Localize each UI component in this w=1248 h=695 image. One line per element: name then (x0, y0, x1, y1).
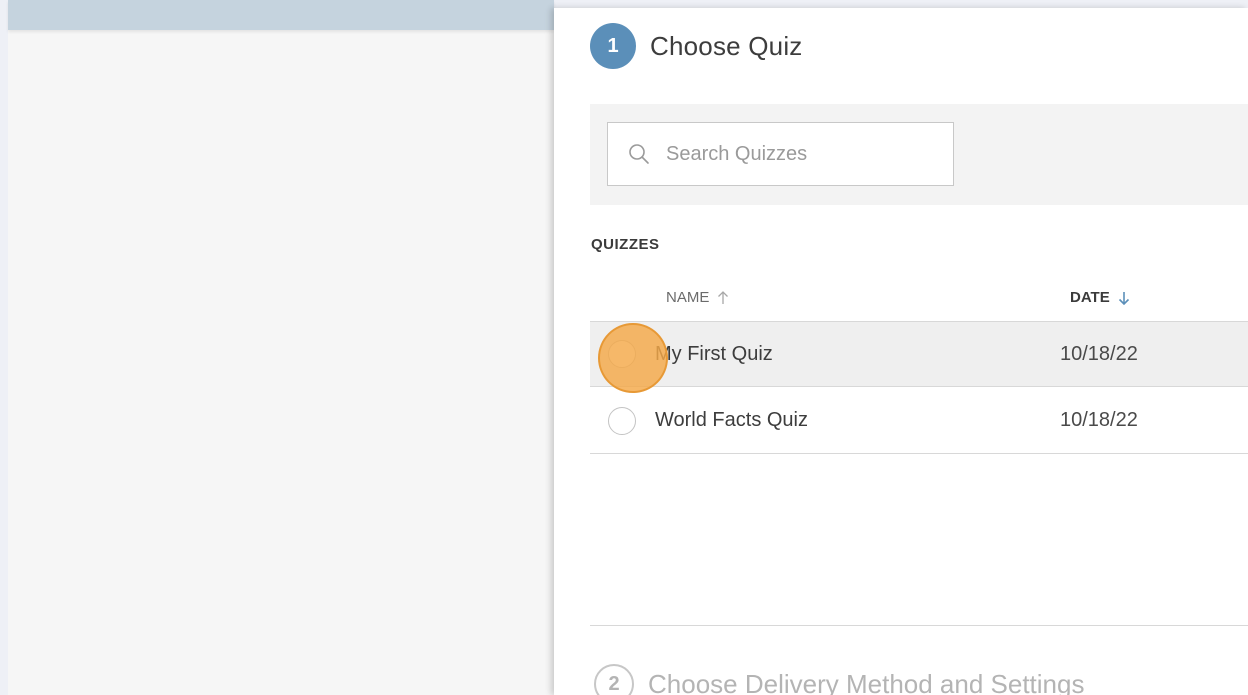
section-divider (590, 625, 1248, 626)
column-header-date[interactable]: DATE (1070, 289, 1130, 306)
step1-number-badge: 1 (590, 23, 636, 69)
column-header-date-label: DATE (1070, 289, 1110, 306)
quiz-name: World Facts Quiz (655, 409, 808, 431)
search-area (590, 104, 1248, 205)
arrow-up-icon (717, 290, 729, 305)
quiz-row[interactable]: World Facts Quiz 10/18/22 (590, 388, 1248, 454)
search-box[interactable] (607, 122, 954, 186)
step1-title: Choose Quiz (650, 30, 803, 61)
quiz-row[interactable]: My First Quiz 10/18/22 (590, 321, 1248, 387)
arrow-down-icon (1118, 291, 1130, 305)
search-icon (626, 141, 652, 167)
step2-header: 2 Choose Delivery Method and Settings (594, 664, 1084, 695)
quizzes-section-label: QUIZZES (591, 236, 660, 253)
quiz-date: 10/18/22 (1060, 409, 1138, 431)
launch-quiz-panel: 1 Choose Quiz QUIZZES NAME DATE (554, 8, 1248, 695)
background-app-nav-bar (8, 0, 554, 30)
quiz-name: My First Quiz (655, 342, 773, 365)
quiz-radio-button[interactable] (608, 340, 636, 368)
search-input[interactable] (664, 141, 934, 167)
quiz-date: 10/18/22 (1060, 342, 1138, 365)
column-header-name-label: NAME (666, 289, 710, 306)
step2-title: Choose Delivery Method and Settings (648, 668, 1085, 695)
background-app-area (8, 8, 554, 695)
step1-header: 1 Choose Quiz (590, 23, 803, 69)
column-header-name[interactable]: NAME (666, 289, 729, 306)
quiz-radio-button[interactable] (608, 406, 636, 435)
step2-number-badge: 2 (594, 664, 634, 695)
